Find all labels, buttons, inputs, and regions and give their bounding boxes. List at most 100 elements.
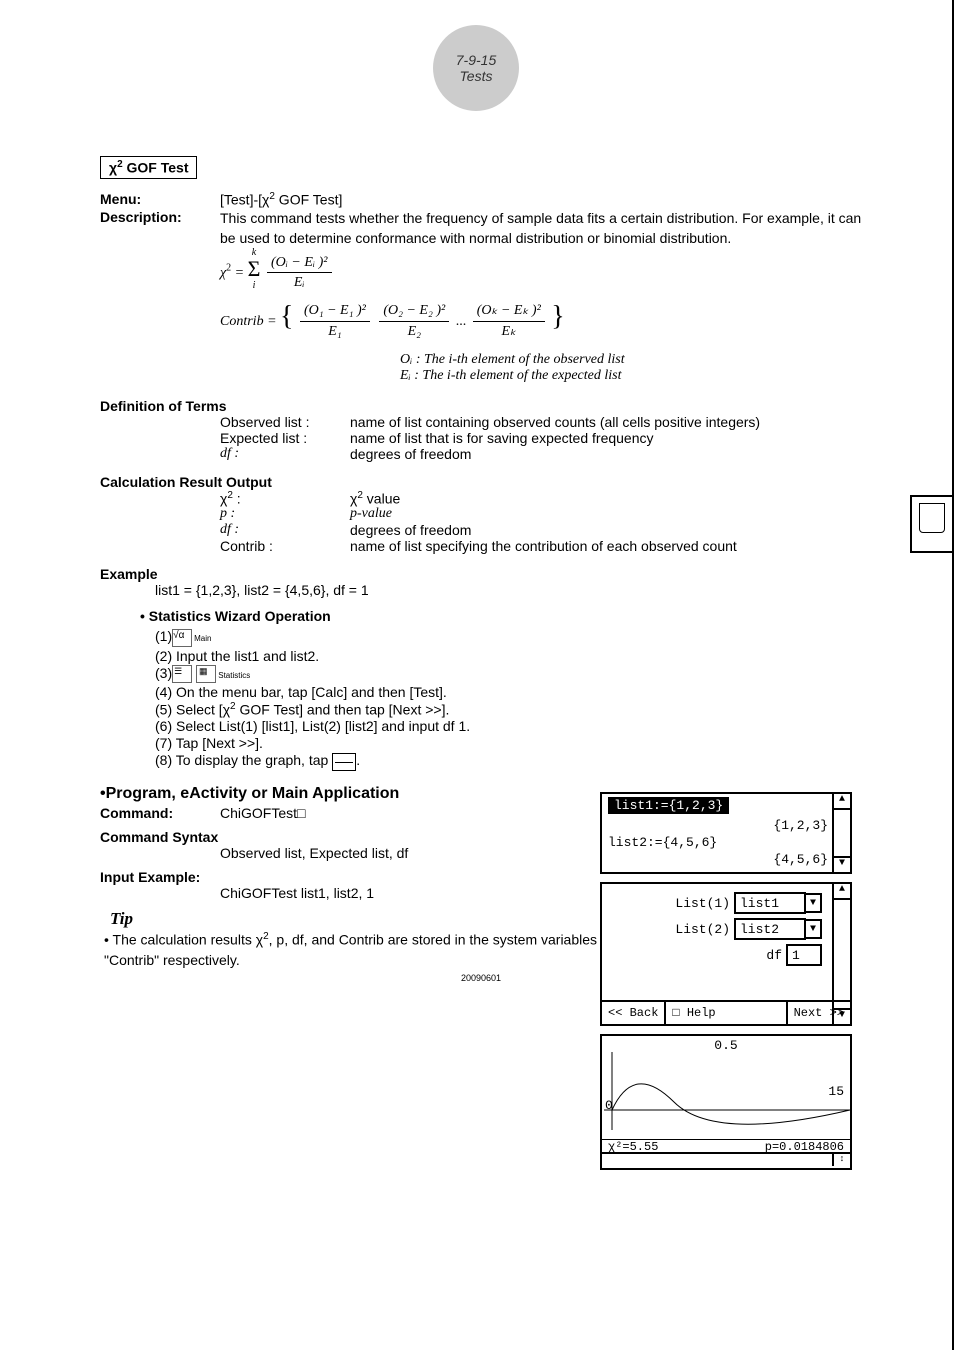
- menu-value-pre: [Test]-[χ: [220, 191, 269, 207]
- example-data: list1 = {1,2,3}, list2 = {4,5,6}, df = 1: [155, 582, 862, 598]
- formula-chi-eq: =: [231, 265, 244, 280]
- calc-p-v: p-value: [350, 506, 392, 522]
- page-header-badge: 7-9-15 Tests: [433, 25, 519, 111]
- calc-chi-v: χ2 value: [350, 490, 400, 507]
- button-bar: << Back □ Help Next >>: [602, 1000, 850, 1024]
- calc-con-v: name of list specifying the contribution…: [350, 538, 737, 554]
- screenshots: ▲▼ list1:={1,2,3} {1,2,3} list2:={4,5,6}…: [600, 792, 852, 1178]
- statistics-app-icon[interactable]: [196, 665, 216, 683]
- dropdown-icon-2[interactable]: ▼: [806, 919, 822, 939]
- tip-pre: • The calculation results χ: [104, 931, 263, 947]
- resize-icon[interactable]: ↕: [832, 1154, 850, 1166]
- device-icon-inner: [919, 503, 945, 533]
- bottom-toolbar: ↕: [602, 1152, 850, 1168]
- ellipsis: ...: [456, 314, 467, 329]
- mid-row-3: df1: [608, 942, 828, 968]
- help-button[interactable]: □ Help: [666, 1002, 787, 1024]
- sum-bot: i: [253, 279, 256, 293]
- terms-table: Observed list :name of list containing o…: [220, 414, 862, 462]
- stats-label: Statistics: [216, 671, 250, 680]
- terms-obs-k: Observed list :: [220, 414, 350, 430]
- contrib-frac-k: (Oₖ − Eₖ )²Eₖ: [473, 301, 545, 341]
- cmd-label: Command:: [100, 805, 220, 821]
- step-4: (4) On the menu bar, tap [Calc] and then…: [155, 684, 862, 700]
- page-number: 7-9-15: [456, 52, 496, 68]
- calc-df-v: degrees of freedom: [350, 522, 471, 538]
- desc-row: Description: This command tests whether …: [100, 209, 862, 248]
- scroll-up-icon[interactable]: ▲: [834, 794, 850, 810]
- ex-data-text: list1 = {1,2,3}, list2 = {4,5,6}, df = 1: [155, 582, 369, 598]
- contrib-frac-2: (O₂ − E₂ )²E₂: [379, 301, 449, 341]
- desc-text: This command tests whether the frequency…: [220, 209, 862, 248]
- terms-obs-v: name of list containing observed counts …: [350, 414, 760, 430]
- step-5: (5) Select [χ2 GOF Test] and then tap [N…: [155, 701, 862, 718]
- section-title-box: χ2 GOF Test: [100, 156, 197, 179]
- list1-input[interactable]: list1: [734, 892, 806, 914]
- example-heading: Example: [100, 566, 862, 582]
- menu-row: Menu: [Test]-[χ2 GOF Test]: [100, 191, 862, 208]
- mid-r1l: List(1): [614, 896, 734, 911]
- s5a: (5) Select [χ: [155, 701, 230, 717]
- menu-icon[interactable]: [172, 665, 192, 683]
- chi-den: Eᵢ: [290, 273, 309, 293]
- back-button[interactable]: << Back: [602, 1002, 666, 1024]
- step-6: (6) Select List(1) [list1], List(2) [lis…: [155, 718, 862, 734]
- chi-num: (Oᵢ − Eᵢ )²: [267, 253, 332, 274]
- terms-exp-v: name of list that is for saving expected…: [350, 430, 654, 446]
- formula-contrib: Contrib = { (O₁ − E₁ )²E₁ (O₂ − E₂ )²E₂ …: [220, 297, 862, 342]
- step-2: (2) Input the list1 and list2.: [155, 648, 862, 664]
- terms-df-k: df :: [220, 446, 350, 462]
- device-nav-icon[interactable]: [910, 495, 952, 553]
- c2d: E₂: [404, 322, 425, 342]
- df-input[interactable]: 1: [786, 944, 822, 966]
- calc-p-k: p :: [220, 506, 350, 522]
- main-label: Main: [194, 634, 211, 643]
- scroll-down-icon[interactable]: ▼: [834, 856, 850, 872]
- brace-close-icon: }: [551, 301, 564, 332]
- step-3: (3) Statistics: [155, 665, 862, 683]
- scroll-up-icon-2[interactable]: ▲: [834, 884, 850, 900]
- c1n: (O₁ − E₁ )²: [300, 301, 370, 322]
- screen-mid: ▲ ▼ List(1)list1▼ List(2)list2▼ df1 << Ba…: [600, 882, 852, 1026]
- contrib-frac-1: (O₁ − E₁ )²E₁: [300, 301, 370, 341]
- screen-bot: 0.5 15 0 χ²=5.55 p=0.0184806 ↕: [600, 1034, 852, 1170]
- graph-icon[interactable]: [332, 753, 356, 771]
- page: 7-9-15 Tests χ2 GOF Test Menu: [Test]-[χ…: [0, 0, 954, 1350]
- screen-top: ▲▼ list1:={1,2,3} {1,2,3} list2:={4,5,6}…: [600, 792, 852, 874]
- calc-chi-colon: :: [233, 490, 241, 506]
- top-l1: list1:={1,2,3}: [608, 797, 729, 814]
- c1d: E₁: [324, 322, 345, 342]
- dropdown-icon-1[interactable]: ▼: [806, 893, 822, 913]
- sum-top: k: [252, 246, 256, 260]
- step-7: (7) Tap [Next >>].: [155, 735, 862, 751]
- mid-r2l: List(2): [614, 922, 734, 937]
- s3-num: (3): [155, 665, 172, 681]
- section-name: Tests: [460, 68, 493, 84]
- syn-v-text: Observed list, Expected list, df: [220, 845, 408, 861]
- mid-row-1: List(1)list1▼: [608, 890, 828, 916]
- terms-exp-k: Expected list :: [220, 430, 350, 446]
- menu-value-post: GOF Test]: [275, 191, 342, 207]
- def-terms-heading: Definition of Terms: [100, 398, 862, 414]
- next-button[interactable]: Next >>: [788, 1002, 850, 1024]
- s6t: (6) Select List(1) [list1], List(2) [lis…: [155, 718, 470, 734]
- c2n: (O₂ − E₂ )²: [379, 301, 449, 322]
- calc-table: χ2 :χ2 value p :p-value df :degrees of f…: [220, 490, 862, 555]
- s1-num: (1): [155, 628, 172, 644]
- mid-row-2: List(2)list2▼: [608, 916, 828, 942]
- terms-df-v: degrees of freedom: [350, 446, 471, 462]
- mid-r3l: df: [614, 948, 786, 963]
- title-rest: GOF Test: [123, 160, 189, 176]
- desc-label: Description:: [100, 209, 220, 248]
- contrib-lhs: Contrib =: [220, 314, 280, 329]
- cmd-value: ChiGOFTest□: [220, 805, 305, 821]
- top-r1: {1,2,3}: [602, 817, 850, 834]
- oi-line: Oᵢ : The i-th element of the observed li…: [400, 352, 862, 368]
- top-l2: list2:={4,5,6}: [602, 834, 850, 851]
- list2-input[interactable]: list2: [734, 918, 806, 940]
- main-app-icon[interactable]: [172, 629, 192, 647]
- sigma-icon: Σki: [248, 254, 261, 285]
- calc-df-k: df :: [220, 522, 350, 538]
- scrollbar[interactable]: ▲▼: [832, 794, 850, 872]
- graph-plot: [604, 1052, 852, 1132]
